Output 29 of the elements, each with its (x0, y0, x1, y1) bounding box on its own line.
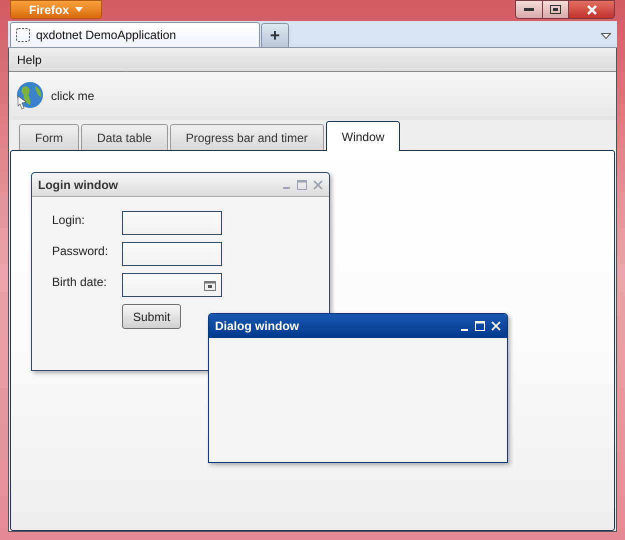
menu-item[interactable]: Help (17, 50, 42, 68)
field-label: Birth date: (52, 274, 108, 291)
restore-icon (550, 5, 561, 14)
minimize-button[interactable] (516, 1, 542, 18)
window-title: Dialog window (215, 318, 299, 335)
field-label: Login: (52, 212, 86, 229)
browser-tab[interactable]: qxdotnet DemoApplication (10, 22, 260, 47)
date-field[interactable] (122, 273, 222, 297)
submit-button[interactable]: Submit (122, 304, 182, 329)
minimize-icon (524, 8, 534, 12)
tab[interactable]: Form (19, 124, 79, 150)
dropdown-icon[interactable] (601, 33, 611, 39)
tab[interactable]: Progress bar and timer (170, 124, 324, 150)
input-field[interactable] (122, 242, 222, 266)
field-label: Password: (52, 243, 110, 260)
page-icon (16, 28, 30, 42)
input-field[interactable] (122, 211, 222, 235)
close-button[interactable] (568, 1, 614, 18)
caret-icon (75, 7, 83, 12)
new-tab-button[interactable]: + (261, 23, 289, 47)
calendar-icon[interactable] (204, 280, 216, 290)
tab[interactable]: Data table (81, 124, 168, 150)
globe-icon (15, 81, 45, 111)
window-title: Login window (38, 176, 118, 194)
restore-button[interactable] (542, 1, 568, 18)
tab[interactable]: Window (326, 121, 400, 151)
close-icon (586, 4, 596, 14)
window-titlebar[interactable]: Dialog window (209, 314, 507, 338)
toolbar-button[interactable]: click me (15, 81, 94, 111)
